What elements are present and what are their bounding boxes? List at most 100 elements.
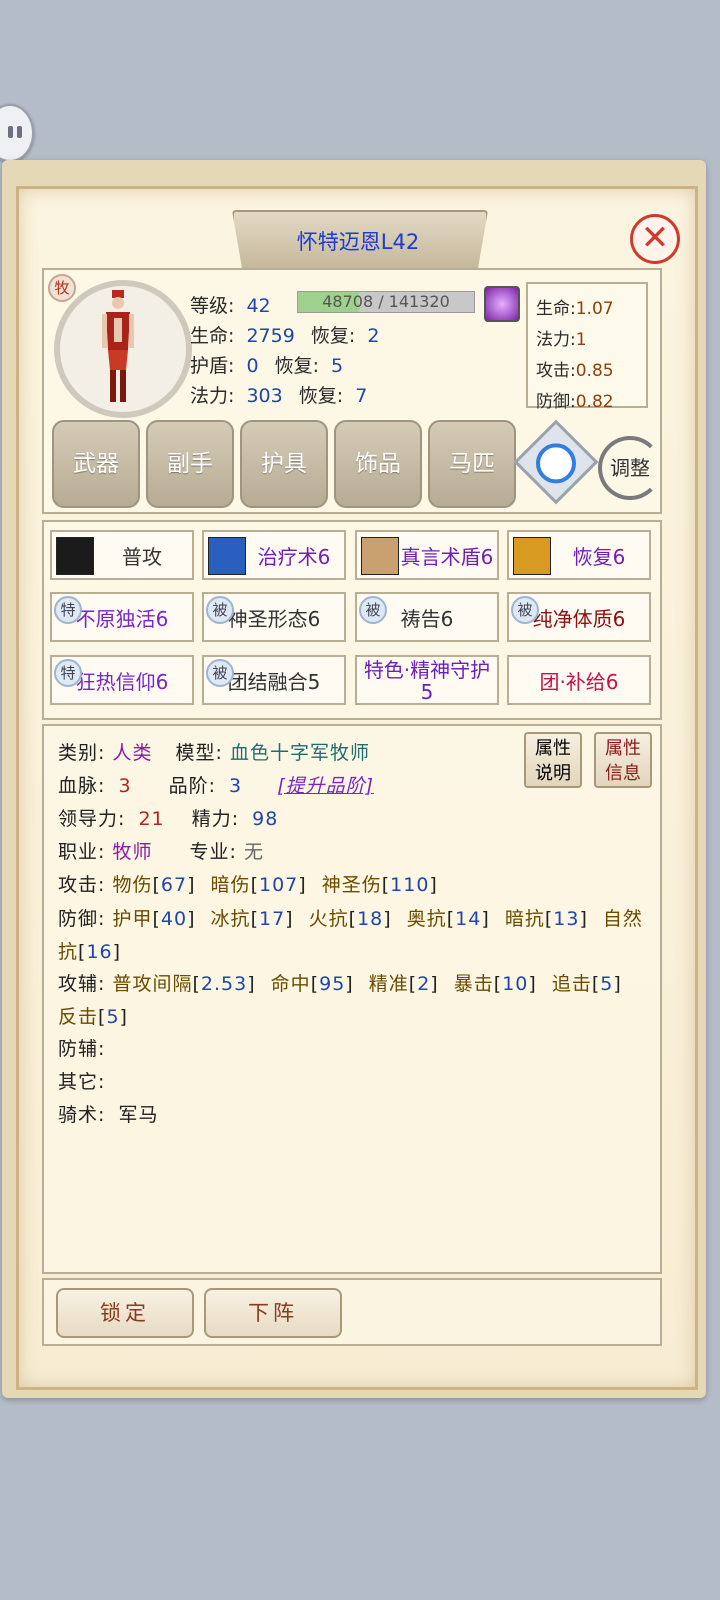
hero-title: 怀特迈恩L42 xyxy=(296,230,420,254)
upgrade-grade-link[interactable]: [提升品阶] xyxy=(277,775,374,797)
stat-item: 追击[5] xyxy=(551,973,622,995)
stat-item: 命中[95] xyxy=(270,973,354,995)
defense-row: 防御: 护甲[40] 冰抗[17] 火抗[18] 奥抗[14] 暗抗[13] 自… xyxy=(58,908,643,963)
skill-slot[interactable]: 特狂热信仰6 xyxy=(50,655,194,705)
exp-bar: 48708 / 141320 xyxy=(297,291,475,313)
heal-icon xyxy=(208,537,246,575)
skill-slot[interactable]: 被团结融合5 xyxy=(202,655,346,705)
skill-label: 恢复6 xyxy=(572,545,626,569)
skill-slot[interactable]: 被神圣形态6 xyxy=(202,592,346,642)
equip-slot-offhand[interactable]: 副手 xyxy=(146,420,234,508)
stat-item: 神圣伤[110] xyxy=(321,874,438,896)
stat-item: 精准[2] xyxy=(368,973,439,995)
equip-slot-armor[interactable]: 护具 xyxy=(240,420,328,508)
level-value: 42 xyxy=(246,295,271,317)
skill-slot[interactable]: 被纯净体质6 xyxy=(507,592,651,642)
coef-row-defense: 防御:0.82 xyxy=(536,392,614,412)
skill-slot[interactable]: 团·补给6 xyxy=(507,655,651,705)
stat-item: 反击[5] xyxy=(58,1006,128,1028)
sword-icon xyxy=(56,537,94,575)
spec-value: 无 xyxy=(243,841,264,863)
energy-value: 98 xyxy=(252,808,279,830)
skill-label: 特色·精神守护5 xyxy=(363,658,491,704)
skill-label: 祷告6 xyxy=(400,607,454,631)
other-row: 其它: xyxy=(58,1071,106,1093)
unassign-button[interactable]: 下阵 xyxy=(204,1288,342,1338)
gem-icon[interactable] xyxy=(484,286,520,322)
mana-label: 法力: xyxy=(190,385,235,407)
stat-item: 冰抗[17] xyxy=(210,908,294,930)
close-button[interactable]: ✕ xyxy=(630,214,680,264)
shield-value: 0 xyxy=(246,355,259,377)
job-value: 牧师 xyxy=(112,841,153,863)
pause-bar-icon xyxy=(8,126,13,138)
skill-label: 神圣形态6 xyxy=(227,607,321,631)
growth-coefficients-box: 生命:1.07 法力:1 攻击:0.85 防御:0.82 xyxy=(526,282,648,412)
skill-slot[interactable]: 被祷告6 xyxy=(355,592,499,642)
equip-slot-accessory[interactable]: 饰品 xyxy=(334,420,422,508)
skill-label: 纯净体质6 xyxy=(532,607,626,631)
leadership-row: 领导力: 21 精力: 98 xyxy=(58,808,279,830)
skill-type-badge: 被 xyxy=(511,596,539,624)
skill-slot[interactable]: 真言术盾6 xyxy=(355,530,499,580)
hp-regen-label: 恢复: xyxy=(310,325,356,347)
floating-assist-button[interactable] xyxy=(0,104,34,162)
stat-item: 普攻间隔[2.53] xyxy=(112,973,256,995)
skill-label: 真言术盾6 xyxy=(400,545,494,569)
class-badge: 牧 xyxy=(48,274,76,302)
shield-regen-label: 恢复: xyxy=(274,355,319,377)
hero-portrait[interactable] xyxy=(100,290,136,404)
skill-type-badge: 被 xyxy=(206,659,234,687)
hp-label: 生命: xyxy=(190,325,235,347)
skill-label: 不原独活6 xyxy=(75,607,169,631)
skill-slot[interactable]: 恢复6 xyxy=(507,530,651,580)
defense-aux-row: 防辅: xyxy=(58,1038,106,1060)
attack-aux-row: 攻辅: 普攻间隔[2.53] 命中[95] 精准[2] 暴击[10] 追击[5]… xyxy=(58,973,622,1028)
attribute-info-button[interactable]: 属性 信息 xyxy=(594,732,652,788)
skill-type-badge: 被 xyxy=(206,596,234,624)
pause-bar-icon xyxy=(17,126,22,138)
shield-row: 护盾: 0 恢复: 5 xyxy=(190,351,343,378)
lock-button[interactable]: 锁定 xyxy=(56,1288,194,1338)
shield-label: 护盾: xyxy=(190,355,235,377)
hp-value: 2759 xyxy=(246,325,295,347)
bloodline-row: 血脉: 3 品阶: 3 [提升品阶] xyxy=(58,775,375,797)
renew-icon xyxy=(513,537,551,575)
skill-type-badge: 特 xyxy=(54,659,82,687)
equip-slot-mount[interactable]: 马匹 xyxy=(428,420,516,508)
skill-slot[interactable]: 治疗术6 xyxy=(202,530,346,580)
model-value: 血色十字军牧师 xyxy=(229,742,370,764)
adjust-button[interactable]: 调整 xyxy=(598,436,662,500)
attribute-explain-button[interactable]: 属性 说明 xyxy=(524,732,582,788)
skill-slot[interactable]: 特不原独活6 xyxy=(50,592,194,642)
skill-type-badge: 被 xyxy=(359,596,387,624)
skill-label: 团结融合5 xyxy=(227,670,321,694)
stat-item: 护甲[40] xyxy=(112,908,196,930)
stat-item: 暗抗[13] xyxy=(504,908,588,930)
level-label: 等级: xyxy=(190,295,235,317)
riding-row: 骑术: 军马 xyxy=(58,1104,159,1126)
hp-row: 生命: 2759 恢复: 2 xyxy=(190,321,379,348)
level-row: 等级: 42 xyxy=(190,291,271,318)
skill-label: 团·补给6 xyxy=(539,670,619,694)
stat-item: 物伤[67] xyxy=(112,874,196,896)
skill-slot[interactable]: 普攻 xyxy=(50,530,194,580)
skill-type-badge: 特 xyxy=(54,596,82,624)
grade-value: 3 xyxy=(229,775,243,797)
attack-row: 攻击: 物伤[67] 暗伤[107] 神圣伤[110] xyxy=(58,874,438,896)
job-row: 职业: 牧师 专业: 无 xyxy=(58,841,264,863)
shield-spell-icon xyxy=(361,537,399,575)
exp-text: 48708 / 141320 xyxy=(322,292,450,311)
mana-regen-label: 恢复: xyxy=(298,385,344,407)
skill-label: 普攻 xyxy=(122,545,162,569)
skill-label: 治疗术6 xyxy=(257,545,331,569)
shield-regen-value: 5 xyxy=(331,355,344,377)
stat-item: 奥抗[14] xyxy=(406,908,490,930)
leadership-value: 21 xyxy=(138,808,165,830)
mana-regen-value: 7 xyxy=(355,385,368,407)
skill-slot[interactable]: 特色·精神守护5 xyxy=(355,655,499,705)
equip-slot-weapon[interactable]: 武器 xyxy=(52,420,140,508)
coef-row-mana: 法力:1 xyxy=(536,330,587,350)
stat-item: 火抗[18] xyxy=(308,908,392,930)
coef-row-attack: 攻击:0.85 xyxy=(536,361,614,381)
